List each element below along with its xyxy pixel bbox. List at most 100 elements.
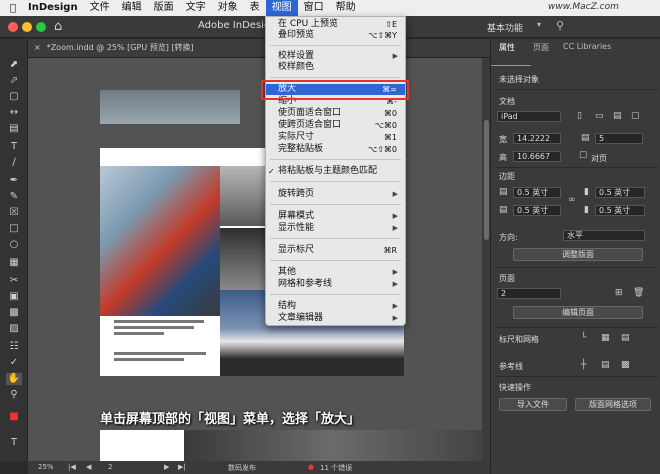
last-page-icon[interactable]: ▶| [178,463,186,471]
note-tool-icon[interactable]: ☷ [6,341,22,353]
width-field[interactable]: 14.2222 [513,133,561,144]
home-icon[interactable]: ⌂ [54,19,62,34]
first-page-icon[interactable]: |◀ [68,463,76,471]
grid-icon[interactable]: ▦ [601,333,610,343]
menu-item-show-rulers[interactable]: 显示标尺 ⌘R [266,245,405,256]
menu-item-display-performance[interactable]: 显示性能 ▶ [266,223,405,234]
eyedropper-tool-icon[interactable]: ✓ [6,357,22,369]
ruler-icon[interactable]: └ [581,333,586,343]
page-select[interactable]: 2 [497,288,561,299]
pen-tool-icon[interactable]: ✒ [6,175,22,187]
type-tool-icon[interactable]: T [6,141,22,153]
layout-grid-options-button[interactable]: 版面网格选项 [575,398,651,411]
document-preset-select[interactable]: iPad [497,111,561,122]
landscape-icon[interactable]: ▭ [595,111,604,121]
tab-pages[interactable]: 页面 [533,42,549,53]
tab-cc-libraries[interactable]: CC Libraries [563,42,611,51]
formatting-container-icon[interactable]: T [6,437,22,449]
text-frame-bottom[interactable] [100,430,184,461]
next-page-icon[interactable]: ▶ [164,463,169,471]
text-placeholder-line[interactable] [114,358,184,361]
vertical-scrollbar-thumb[interactable] [484,120,489,240]
direction-select[interactable]: 水平 [563,230,645,241]
menu-table[interactable]: 表 [244,0,266,16]
guides-icon[interactable]: ┼ [581,360,586,370]
menu-item-grids-guides[interactable]: 网格和参考线 ▶ [266,279,405,290]
fill-stroke-icon[interactable]: ■ [6,411,22,423]
menu-type[interactable]: 文字 [180,0,212,16]
scissors-tool-icon[interactable]: ✂ [6,275,22,287]
menu-item-fit-spread[interactable]: 使跨页适合窗口 ⌥⌘0 [266,120,405,131]
margin-bottom-field[interactable]: 0.5 英寸 [513,205,561,216]
zoom-tool-icon[interactable]: ⚲ [6,389,22,401]
margin-right-field[interactable]: 0.5 英寸 [595,205,645,216]
selection-tool-icon[interactable]: ⬈ [6,59,22,71]
doc-setup-icon[interactable]: ▤ [613,111,622,121]
menu-item-story-editor[interactable]: 文章编辑器 ▶ [266,313,405,324]
menu-item-actual-size[interactable]: 实际尺寸 ⌘1 [266,132,405,143]
vertical-scrollbar[interactable] [482,58,490,461]
menu-item-structure[interactable]: 结构 ▶ [266,301,405,312]
edit-page-button[interactable]: 编辑页面 [513,306,643,319]
menu-app[interactable]: InDesign [22,0,84,16]
import-file-button[interactable]: 导入文件 [499,398,567,411]
menu-item-rotate-spread[interactable]: 旋转跨页 ▶ [266,189,405,200]
direct-selection-tool-icon[interactable]: ⬀ [6,75,22,87]
menu-layout[interactable]: 版面 [148,0,180,16]
table-tool-icon[interactable]: ▦ [6,257,22,269]
link-icon[interactable]: ∞ [568,195,576,205]
rectangle-tool-icon[interactable]: □ [6,223,22,235]
zoom-level[interactable]: 25% [38,463,54,471]
tab-properties[interactable]: 属性 [499,42,515,53]
menu-item-overprint-preview[interactable]: 叠印预览 ⌥⇧⌘Y [266,30,405,41]
delete-page-icon[interactable]: 🗑 [633,288,644,298]
page-count-field[interactable]: 5 [595,133,643,144]
workspace-switcher[interactable]: 基本功能 [487,21,523,34]
preflight-errors[interactable]: 11 个错误 [320,463,352,473]
baseline-grid-icon[interactable]: ▤ [621,333,630,343]
menu-item-extras[interactable]: 其他 ▶ [266,267,405,278]
bleed-icon[interactable]: ▢ [631,111,640,121]
menu-edit[interactable]: 编辑 [116,0,148,16]
apple-icon[interactable]:  [4,3,22,14]
adjust-layout-button[interactable]: 调整版面 [513,248,643,261]
checkbox-icon[interactable]: ☐ [579,151,587,161]
menu-help[interactable]: 帮助 [330,0,362,16]
text-placeholder-line[interactable] [114,320,204,323]
margin-left-field[interactable]: 0.5 英寸 [595,187,645,198]
search-icon[interactable]: ⚲ [556,19,564,32]
menu-item-proof-setup[interactable]: 校样设置 ▶ [266,51,405,62]
minimize-window-button[interactable] [22,22,32,32]
close-icon[interactable]: × [34,43,41,52]
document-canvas[interactable] [28,58,482,461]
menu-item-screen-mode[interactable]: 屏幕模式 ▶ [266,211,405,222]
margin-top-field[interactable]: 0.5 英寸 [513,187,561,198]
line-tool-icon[interactable]: ∕ [6,157,22,169]
previous-page-icon[interactable]: ◀ [86,463,91,471]
smart-guides-icon[interactable]: ▩ [621,360,630,370]
text-placeholder-line[interactable] [114,332,164,335]
menu-item-entire-pasteboard[interactable]: 完整粘贴板 ⌥⇧⌘0 [266,144,405,155]
menu-view[interactable]: 视图 [265,0,298,16]
text-placeholder-line[interactable] [114,326,194,329]
chevron-down-icon[interactable]: ▾ [537,20,541,29]
free-transform-tool-icon[interactable]: ▣ [6,291,22,303]
gradient-feather-icon[interactable]: ▨ [6,323,22,335]
image-frame-bottom[interactable] [184,430,482,461]
image-frame-top[interactable] [100,90,240,124]
image-rickshaw[interactable] [100,166,220,316]
document-tab[interactable]: × *Zoom.indd @ 25% [GPU 预览] [转换] [34,42,194,53]
menu-window[interactable]: 窗口 [298,0,330,16]
menu-item-match-pasteboard[interactable]: ✓ 将粘贴板与主题颜色匹配 [266,166,405,177]
gap-tool-icon[interactable]: ↔ [6,107,22,119]
preflight-profile[interactable]: 数码发布 [228,463,256,473]
page-number-field[interactable]: 2 [108,463,112,471]
add-page-icon[interactable]: ⊞ [615,288,623,298]
portrait-icon[interactable]: ▯ [577,111,582,121]
lock-guides-icon[interactable]: ▤ [601,360,610,370]
close-window-button[interactable] [8,22,18,32]
content-collector-icon[interactable]: ▤ [6,123,22,135]
pencil-tool-icon[interactable]: ✎ [6,191,22,203]
menu-object[interactable]: 对象 [212,0,244,16]
text-placeholder-line[interactable] [114,352,206,355]
